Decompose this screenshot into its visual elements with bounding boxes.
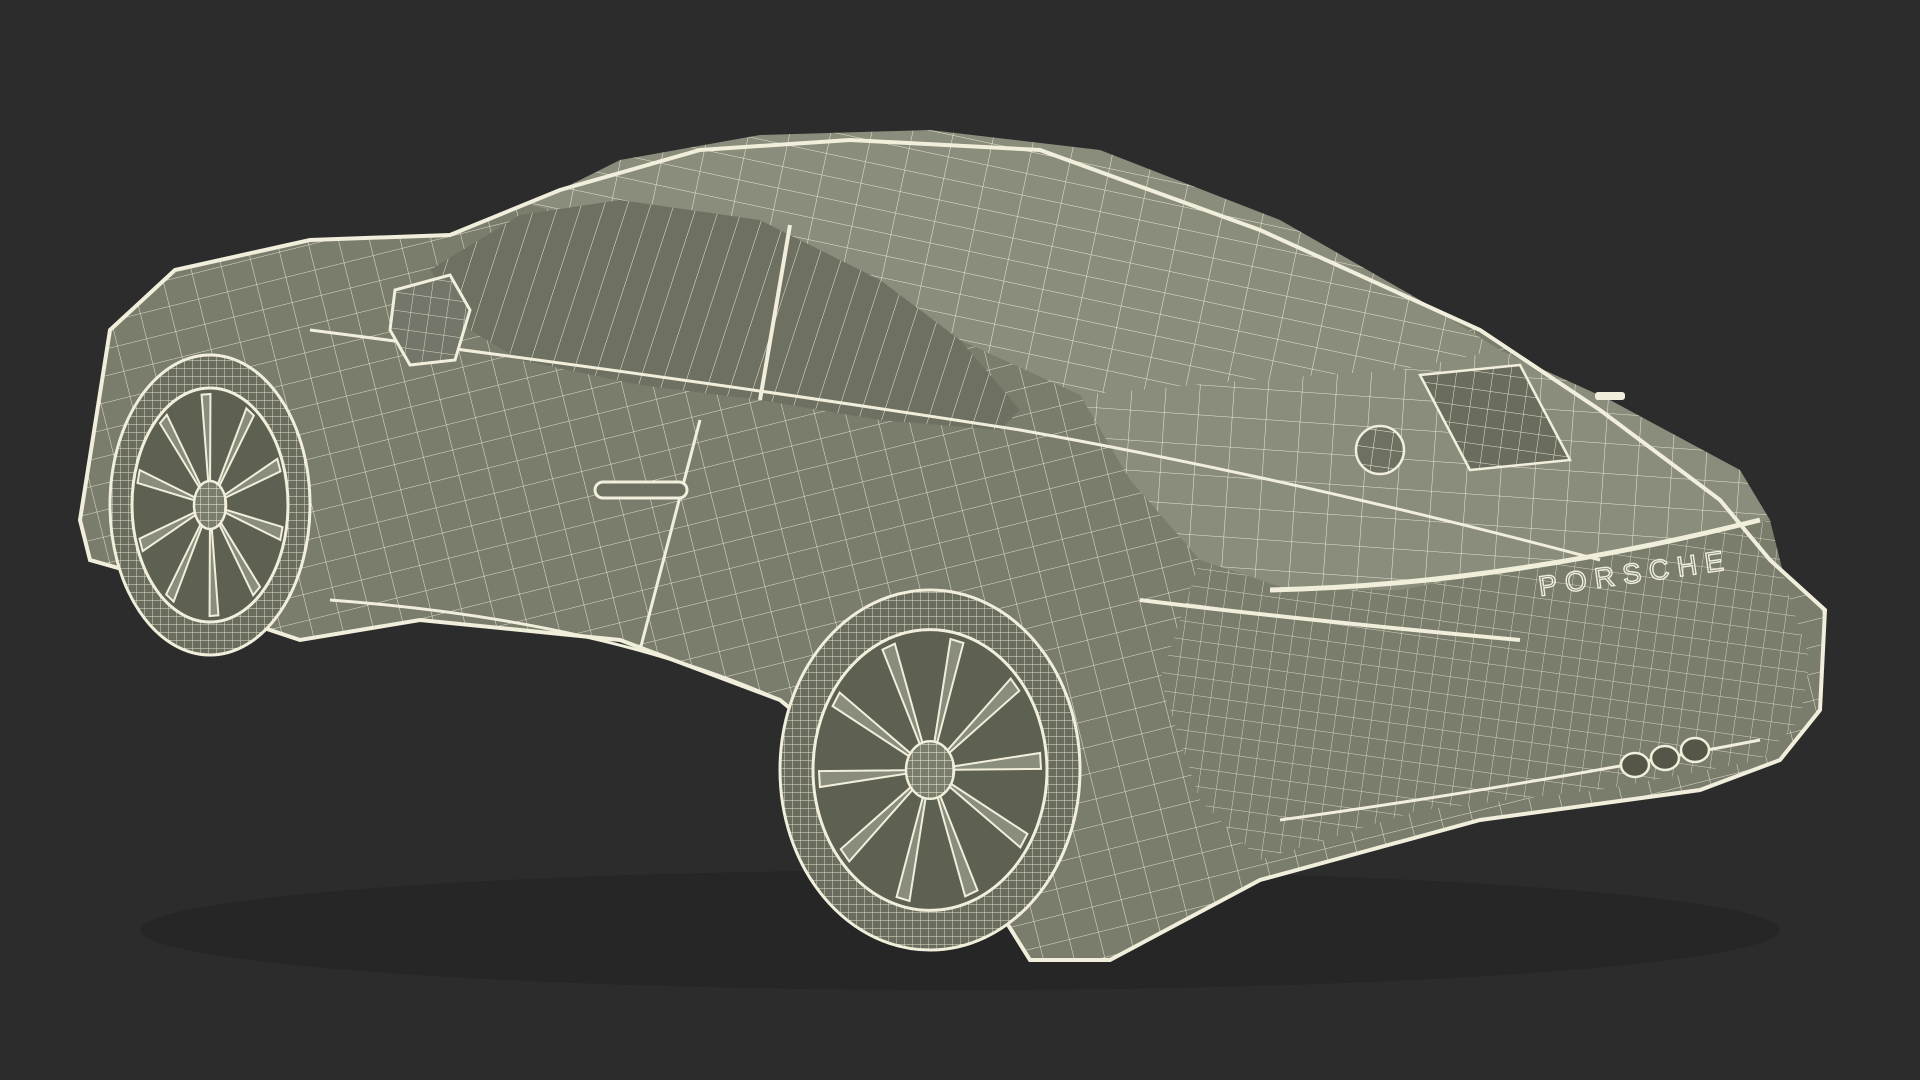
3d-viewport[interactable]: PORSCHE (0, 0, 1920, 1080)
car-wireframe-render: PORSCHE (77, 130, 1828, 990)
side-mirror (388, 273, 472, 367)
door-handle (593, 480, 689, 500)
front-wheel (108, 353, 312, 657)
rear-wheel (778, 588, 1082, 952)
brake-light (1595, 392, 1625, 400)
